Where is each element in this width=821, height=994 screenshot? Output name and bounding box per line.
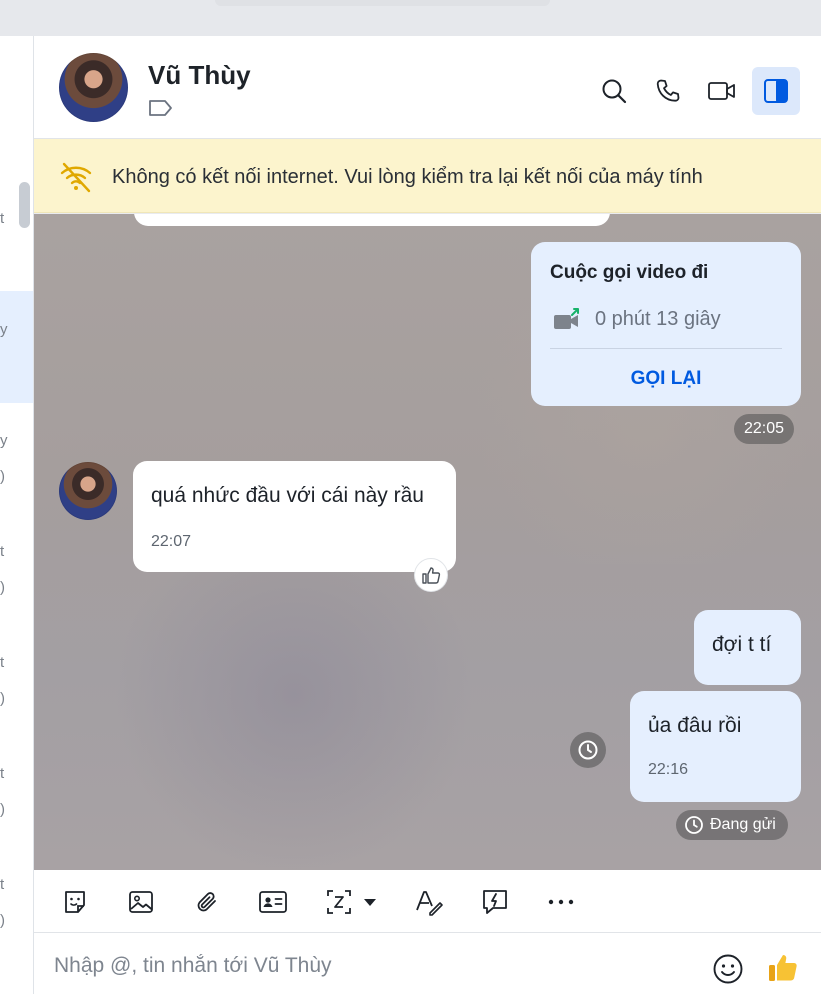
message-input[interactable] (54, 951, 654, 981)
text-format-icon[interactable] (411, 884, 447, 920)
list-item-fragment: t (0, 765, 5, 782)
emoji-icon[interactable] (712, 953, 744, 990)
top-notch (215, 0, 550, 6)
list-item-fragment: t (0, 654, 5, 671)
screenshot-icon[interactable] (321, 884, 357, 920)
message-time: 22:07 (151, 533, 192, 550)
timestamp-badge: 22:05 (734, 414, 795, 444)
chat-header: Vũ Thùy (34, 36, 821, 139)
video-call-card[interactable]: Cuộc gọi video đi 0 phút 13 giây GỌI LẠI (531, 242, 801, 406)
list-item-fragment: ) (0, 912, 5, 929)
message-time: 22:16 (648, 761, 689, 778)
more-icon[interactable] (543, 884, 579, 920)
list-item-fragment: y (0, 321, 8, 338)
search-icon[interactable] (590, 67, 638, 115)
offline-banner: Không có kết nối internet. Vui lòng kiểm… (34, 139, 821, 213)
dropdown-icon[interactable] (358, 884, 382, 920)
react-like-icon[interactable] (414, 558, 448, 592)
conversation-list[interactable]: t y y ) t ) t ) t ) t ) (0, 36, 34, 994)
outgoing-message[interactable]: đợi t tí (694, 610, 801, 685)
list-item-fragment: ) (0, 690, 5, 707)
window-top-strip (0, 0, 821, 36)
call-duration: 0 phút 13 giây (595, 308, 721, 330)
contact-name[interactable]: Vũ Thùy (148, 60, 251, 91)
list-item-fragment: t (0, 210, 5, 227)
no-wifi-icon (58, 159, 94, 200)
contact-card-icon[interactable] (255, 884, 291, 920)
message-composer (34, 933, 821, 994)
list-item-fragment: ) (0, 801, 5, 818)
previous-message[interactable] (134, 214, 610, 226)
sender-avatar[interactable] (59, 462, 117, 520)
chat-area[interactable]: Cuộc gọi video đi 0 phút 13 giây GỌI LẠI… (34, 214, 821, 870)
quick-message-icon[interactable] (477, 884, 513, 920)
attach-icon[interactable] (189, 884, 225, 920)
selected-conversation[interactable] (0, 291, 33, 403)
timestamp-text: 22:05 (744, 420, 785, 437)
tag-icon[interactable] (148, 99, 174, 122)
sticker-icon[interactable] (57, 884, 93, 920)
message-text: ủa đâu rồi (648, 714, 742, 737)
call-title: Cuộc gọi video đi (550, 262, 709, 283)
list-item-fragment: t (0, 543, 5, 560)
panel-toggle-icon[interactable] (752, 67, 800, 115)
list-item-fragment: t (0, 876, 5, 893)
phone-icon[interactable] (644, 67, 692, 115)
sending-status-text: Đang gửi (710, 816, 776, 833)
pending-clock-icon[interactable] (570, 732, 606, 768)
list-item-fragment: ) (0, 579, 5, 596)
card-divider (550, 348, 782, 349)
contact-avatar[interactable] (59, 53, 128, 122)
sending-status-badge: Đang gửi (676, 810, 788, 840)
video-call-icon[interactable] (698, 67, 746, 115)
message-text: đợi t tí (712, 633, 772, 656)
clock-icon (685, 816, 703, 834)
list-scrollbar[interactable] (19, 182, 30, 228)
list-item-fragment: ) (0, 468, 5, 485)
call-back-button[interactable]: GỌI LẠI (531, 368, 801, 390)
outgoing-message[interactable]: ủa đâu rồi 22:16 (630, 691, 801, 802)
message-text: quá nhức đầu với cái này rầu (151, 484, 424, 507)
outgoing-video-call-icon (553, 306, 583, 337)
quick-like-icon[interactable] (766, 951, 800, 990)
image-icon[interactable] (123, 884, 159, 920)
list-item-fragment: y (0, 432, 8, 449)
incoming-message[interactable]: quá nhức đầu với cái này rầu 22:07 (133, 461, 456, 572)
composer-toolbar (34, 870, 821, 933)
offline-message: Không có kết nối internet. Vui lòng kiểm… (112, 166, 703, 188)
